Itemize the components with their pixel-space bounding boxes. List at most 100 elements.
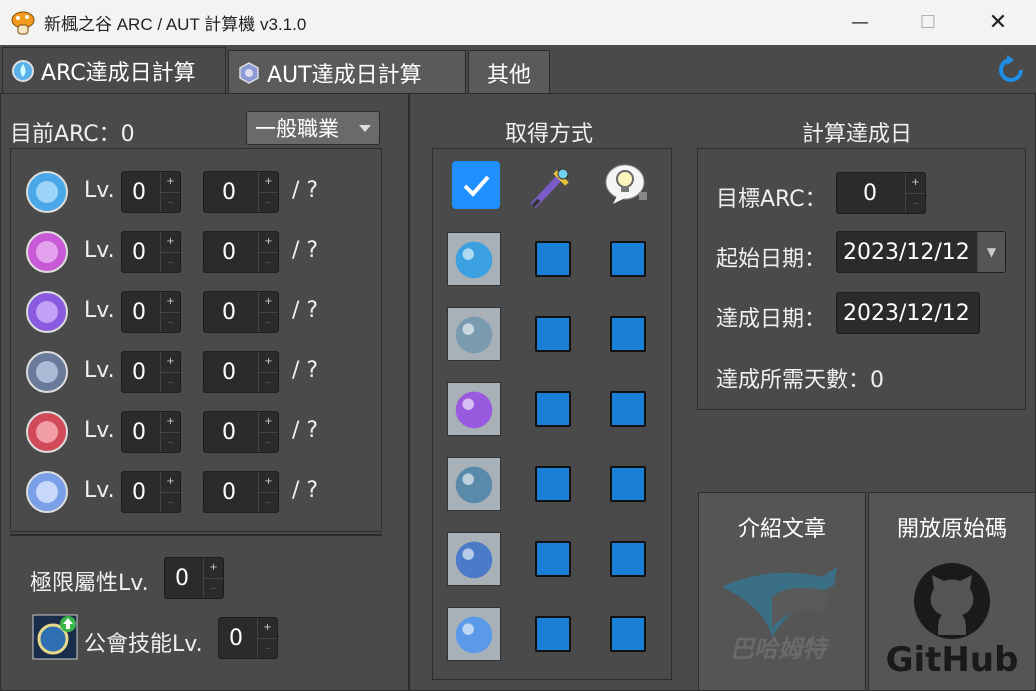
arc-max-exp: / ? bbox=[292, 358, 319, 383]
limit-attr-stepper[interactable]: 0 + – bbox=[164, 557, 224, 599]
job-select[interactable]: 一般職業 bbox=[246, 111, 380, 145]
weekly-quest-checkbox[interactable] bbox=[610, 241, 646, 277]
bahamut-logo-icon: 巴哈姆特 bbox=[722, 567, 837, 663]
spin-down-icon[interactable]: – bbox=[161, 491, 180, 513]
arc-exp-stepper[interactable]: 0 + – bbox=[203, 291, 279, 333]
arc-level-value: 0 bbox=[132, 479, 146, 505]
arc-item-esfera-icon bbox=[447, 607, 501, 661]
arc-level-value: 0 bbox=[132, 239, 146, 265]
start-date-value: 2023/12/12 bbox=[843, 239, 970, 265]
arc-exp-stepper[interactable]: 0 + – bbox=[203, 231, 279, 273]
lv-label: Lv. bbox=[84, 358, 115, 383]
spin-up-icon[interactable]: + bbox=[161, 352, 180, 372]
spin-up-icon[interactable]: + bbox=[258, 618, 277, 638]
guild-skill-stepper[interactable]: 0 + – bbox=[218, 617, 278, 659]
daily-quest-checkbox[interactable] bbox=[535, 241, 571, 277]
arc-exp-value: 0 bbox=[222, 239, 236, 265]
daily-quest-checkbox[interactable] bbox=[535, 466, 571, 502]
spin-down-icon[interactable]: – bbox=[161, 191, 180, 213]
arcane-symbol-morass-icon bbox=[26, 411, 68, 453]
spin-down-icon[interactable]: – bbox=[259, 491, 278, 513]
weekly-quest-checkbox[interactable] bbox=[610, 616, 646, 652]
spin-up-icon[interactable]: + bbox=[259, 352, 278, 372]
spin-down-icon[interactable]: – bbox=[259, 431, 278, 453]
arcane-symbol-esfera-icon bbox=[26, 471, 68, 513]
spin-down-icon[interactable]: – bbox=[161, 311, 180, 333]
select-all-checkbox[interactable] bbox=[452, 161, 500, 209]
spin-up-icon[interactable]: + bbox=[906, 173, 925, 193]
spin-up-icon[interactable]: + bbox=[161, 292, 180, 312]
spin-up-icon[interactable]: + bbox=[161, 412, 180, 432]
spin-up-icon[interactable]: + bbox=[161, 472, 180, 492]
weekly-quest-checkbox[interactable] bbox=[610, 466, 646, 502]
arc-level-stepper[interactable]: 0 + – bbox=[121, 231, 181, 273]
lv-label: Lv. bbox=[84, 418, 115, 443]
spin-down-icon[interactable]: – bbox=[161, 371, 180, 393]
calc-date-title: 計算達成日 bbox=[802, 122, 913, 147]
spin-down-icon[interactable]: – bbox=[906, 192, 925, 214]
article-button[interactable]: 介紹文章 巴哈姆特 bbox=[698, 492, 866, 691]
spin-up-icon[interactable]: + bbox=[259, 292, 278, 312]
spin-up-icon[interactable]: + bbox=[161, 232, 180, 252]
spin-up-icon[interactable]: + bbox=[259, 232, 278, 252]
weekly-quest-checkbox[interactable] bbox=[610, 391, 646, 427]
tab-arc[interactable]: ARC達成日計算 bbox=[2, 47, 226, 94]
guild-skill-label: 公會技能Lv. bbox=[84, 632, 203, 657]
spin-down-icon[interactable]: – bbox=[204, 577, 223, 599]
spin-up-icon[interactable]: + bbox=[259, 172, 278, 192]
arc-level-stepper[interactable]: 0 + – bbox=[121, 471, 181, 513]
minimize-button[interactable]: — bbox=[830, 0, 890, 45]
arc-exp-stepper[interactable]: 0 + – bbox=[203, 171, 279, 213]
spin-down-icon[interactable]: – bbox=[259, 251, 278, 273]
daily-quest-checkbox[interactable] bbox=[535, 316, 571, 352]
github-logo-icon: GitHub bbox=[886, 563, 1019, 679]
spin-down-icon[interactable]: – bbox=[161, 431, 180, 453]
spin-up-icon[interactable]: + bbox=[259, 412, 278, 432]
refresh-icon[interactable] bbox=[994, 53, 1028, 87]
weekly-quest-checkbox[interactable] bbox=[610, 316, 646, 352]
daily-quest-checkbox[interactable] bbox=[535, 541, 571, 577]
spin-up-icon[interactable]: + bbox=[204, 558, 223, 578]
tab-aut[interactable]: AUT達成日計算 bbox=[228, 50, 466, 94]
arc-level-stepper[interactable]: 0 + – bbox=[121, 171, 181, 213]
arc-exp-stepper[interactable]: 0 + – bbox=[203, 411, 279, 453]
lv-label: Lv. bbox=[84, 178, 115, 203]
weekly-quest-checkbox[interactable] bbox=[610, 541, 646, 577]
arc-level-stepper[interactable]: 0 + – bbox=[121, 291, 181, 333]
job-select-value: 一般職業 bbox=[255, 117, 339, 141]
arc-max-exp: / ? bbox=[292, 478, 319, 503]
spin-up-icon[interactable]: + bbox=[259, 472, 278, 492]
spin-down-icon[interactable]: – bbox=[259, 311, 278, 333]
maximize-icon: ☐ bbox=[919, 12, 937, 33]
daily-quest-checkbox[interactable] bbox=[535, 391, 571, 427]
arc-level-stepper[interactable]: 0 + – bbox=[121, 411, 181, 453]
arc-max-exp: / ? bbox=[292, 238, 319, 263]
finish-date-field: 2023/12/12 bbox=[836, 292, 980, 334]
close-icon: ✕ bbox=[988, 10, 1008, 35]
start-date-label: 起始日期： bbox=[716, 247, 827, 272]
start-date-picker[interactable]: 2023/12/12 ▼ bbox=[836, 231, 1006, 273]
daily-quest-checkbox[interactable] bbox=[535, 616, 571, 652]
spin-down-icon[interactable]: – bbox=[258, 637, 277, 659]
arc-level-stepper[interactable]: 0 + – bbox=[121, 351, 181, 393]
arc-level-value: 0 bbox=[132, 299, 146, 325]
arc-exp-stepper[interactable]: 0 + – bbox=[203, 471, 279, 513]
guild-skill-icon bbox=[32, 614, 78, 660]
tab-aut-label: AUT達成日計算 bbox=[267, 62, 422, 88]
arc-exp-stepper[interactable]: 0 + – bbox=[203, 351, 279, 393]
finish-date-value: 2023/12/12 bbox=[843, 300, 970, 326]
spin-down-icon[interactable]: – bbox=[161, 251, 180, 273]
spin-down-icon[interactable]: – bbox=[259, 371, 278, 393]
finish-date-label: 達成日期： bbox=[716, 307, 827, 332]
sword-icon bbox=[530, 168, 569, 209]
tab-other[interactable]: 其他 bbox=[468, 50, 550, 94]
arc-level-value: 0 bbox=[132, 359, 146, 385]
source-code-button[interactable]: 開放原始碼 GitHub bbox=[868, 492, 1036, 691]
close-button[interactable]: ✕ bbox=[968, 0, 1028, 45]
spin-up-icon[interactable]: + bbox=[161, 172, 180, 192]
svg-text:GitHub: GitHub bbox=[886, 640, 1019, 679]
spin-down-icon[interactable]: – bbox=[259, 191, 278, 213]
days-needed-label: 達成所需天數：0 bbox=[716, 368, 884, 393]
target-arc-stepper[interactable]: 0 + – bbox=[836, 172, 926, 214]
maximize-button[interactable]: ☐ bbox=[898, 0, 958, 45]
